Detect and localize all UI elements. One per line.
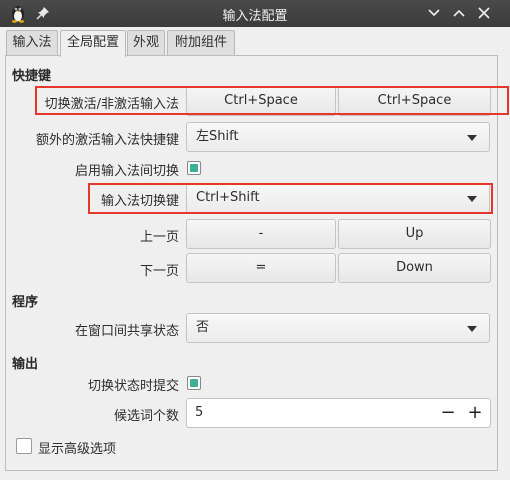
toggle-im-key1-button[interactable]: Ctrl+Space <box>186 86 336 116</box>
config-window: 输入法配置 输入法 全局配置 外观 附加组件 快捷键 切换激活/非激活输入法 C… <box>0 0 510 480</box>
next-page-key2-button[interactable]: Down <box>338 253 491 283</box>
title-bar[interactable]: 输入法配置 <box>0 0 510 27</box>
prev-page-key2-button[interactable]: Up <box>338 219 491 249</box>
plus-icon[interactable]: + <box>464 399 486 427</box>
extra-trigger-label: 额外的激活输入法快捷键 <box>35 133 179 148</box>
prev-page-key1-button[interactable]: - <box>186 219 336 249</box>
show-advanced-checkbox[interactable] <box>16 438 32 454</box>
chevron-down-icon <box>467 326 477 332</box>
share-state-label: 在窗口间共享状态 <box>74 324 179 339</box>
section-program-title: 程序 <box>12 295 39 310</box>
next-page-key1-button[interactable]: = <box>186 253 336 283</box>
show-advanced-label: 显示高级选项 <box>38 442 117 457</box>
extra-trigger-select[interactable]: 左Shift <box>186 122 490 152</box>
toggle-im-key2-button[interactable]: Ctrl+Space <box>338 86 491 116</box>
enable-switch-label: 启用输入法间切换 <box>74 164 179 179</box>
enable-switch-checkbox[interactable] <box>187 161 201 175</box>
share-state-value: 否 <box>196 320 210 335</box>
tab-addons[interactable]: 附加组件 <box>167 30 235 55</box>
candidate-count-value: 5 <box>195 405 204 420</box>
section-hotkeys-title: 快捷键 <box>12 69 52 84</box>
commit-on-switch-checkbox[interactable] <box>187 376 201 390</box>
maximize-icon[interactable] <box>449 3 469 23</box>
switch-key-select[interactable]: Ctrl+Shift <box>186 183 490 213</box>
minus-icon[interactable]: − <box>437 399 459 427</box>
switch-key-value: Ctrl+Shift <box>196 190 260 205</box>
candidate-count-label: 候选词个数 <box>113 409 179 424</box>
next-page-label: 下一页 <box>139 264 179 279</box>
switch-key-label: 输入法切换键 <box>100 194 179 209</box>
candidate-count-spinbox[interactable]: 5 − + <box>186 398 491 428</box>
prev-page-label: 上一页 <box>139 230 179 245</box>
tab-global-config[interactable]: 全局配置 <box>60 30 126 57</box>
close-icon[interactable] <box>474 3 494 23</box>
share-state-select[interactable]: 否 <box>186 313 490 343</box>
chevron-down-icon <box>467 196 477 202</box>
tab-appearance[interactable]: 外观 <box>127 30 165 55</box>
tab-input-methods[interactable]: 输入法 <box>6 30 58 55</box>
toggle-im-label: 切换激活/非激活输入法 <box>44 97 179 112</box>
commit-on-switch-label: 切换状态时提交 <box>87 379 179 394</box>
section-output-title: 输出 <box>12 357 39 372</box>
minimize-icon[interactable] <box>424 3 444 23</box>
extra-trigger-value: 左Shift <box>196 129 239 144</box>
chevron-down-icon <box>467 135 477 141</box>
